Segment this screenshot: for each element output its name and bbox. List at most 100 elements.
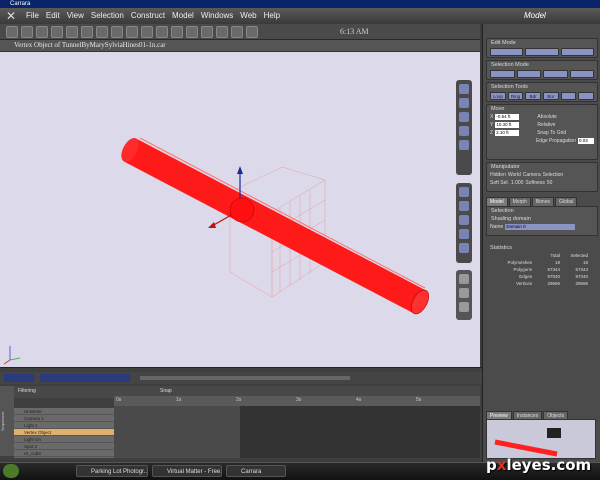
softness-value: 50 xyxy=(546,180,553,186)
bevel-icon[interactable] xyxy=(459,98,469,108)
y-field[interactable]: 10.30 ft xyxy=(495,122,520,128)
scale-tool-icon[interactable] xyxy=(36,26,48,38)
pxleyes-watermark: pxleyes.com xyxy=(486,456,591,474)
sphere-icon[interactable] xyxy=(459,126,469,136)
track-vertex-object[interactable]: Vertex Object xyxy=(14,429,114,436)
pan-tool-icon[interactable] xyxy=(81,26,93,38)
time-scrubber[interactable] xyxy=(140,376,350,380)
loop-button[interactable]: Loop xyxy=(490,92,506,100)
viewport-scene xyxy=(3,135,433,365)
target-tool-icon[interactable] xyxy=(231,26,243,38)
relative-radio[interactable]: Relative xyxy=(537,122,555,128)
sel-mode-4-button[interactable] xyxy=(569,70,594,78)
menu-help[interactable]: Help xyxy=(264,11,280,20)
taskbar-item-parking-lot[interactable]: Parking Lot Photogr... xyxy=(76,465,148,477)
orbit-icon[interactable] xyxy=(459,229,469,239)
start-button[interactable] xyxy=(3,464,19,478)
light-tool-icon[interactable] xyxy=(171,26,183,38)
ruler-1s: 1s xyxy=(176,397,182,403)
window-title-bar: Carrara xyxy=(0,0,600,8)
edge-propagation-label: Edge Propagation xyxy=(535,138,576,144)
vertex-icon[interactable] xyxy=(459,140,469,150)
hand-icon[interactable] xyxy=(459,288,469,298)
vertex-tool-icon[interactable] xyxy=(201,26,213,38)
edit-mode-edge-button[interactable] xyxy=(525,48,559,56)
spline-tool-icon[interactable] xyxy=(216,26,228,38)
rotate-icon[interactable] xyxy=(459,112,469,122)
menu-edit[interactable]: Edit xyxy=(46,11,60,20)
track-ui-cub3[interactable]: UI_cub3 xyxy=(14,450,114,457)
track-light-1[interactable]: Light 1 xyxy=(14,422,114,429)
transport-menu-button[interactable] xyxy=(4,374,34,382)
sel-mode-3-button[interactable] xyxy=(543,70,568,78)
sphere-tool-icon[interactable] xyxy=(126,26,138,38)
ring-button[interactable]: Ring xyxy=(507,92,524,100)
move-z-icon[interactable] xyxy=(459,215,469,225)
taskbar-item-virtual-matter[interactable]: Virtual Matter - Free... xyxy=(152,465,222,477)
taskbar-item-carrara[interactable]: Carrara xyxy=(226,465,286,477)
menu-file[interactable]: File xyxy=(26,11,39,20)
hidden-checkbox[interactable]: Hidden xyxy=(490,172,506,178)
edit-mode-face-button[interactable] xyxy=(560,48,594,56)
track-camera-1[interactable]: Camera 1 xyxy=(14,415,114,422)
camera-tool-icon[interactable] xyxy=(51,26,63,38)
move-y-icon[interactable] xyxy=(459,201,469,211)
x-field[interactable]: -0.54 ft xyxy=(495,114,520,120)
3d-viewport[interactable] xyxy=(0,52,480,367)
transport-controls[interactable] xyxy=(40,374,130,382)
minus-button[interactable] xyxy=(560,92,577,100)
z-field[interactable]: 2.10 ft xyxy=(495,130,520,136)
plus-button[interactable] xyxy=(578,92,595,100)
selection-tools-label: Selection Tools xyxy=(491,84,528,90)
track-universe[interactable]: Universe xyxy=(14,408,114,415)
watermark-x: x xyxy=(496,456,507,474)
red-tube-object[interactable] xyxy=(118,135,433,317)
menu-selection[interactable]: Selection xyxy=(91,11,124,20)
paint-icon[interactable] xyxy=(459,243,469,253)
camera-radio[interactable]: Camera xyxy=(523,172,541,178)
bor-button[interactable]: Bor xyxy=(543,92,559,100)
world-radio[interactable]: World xyxy=(508,172,521,178)
menu-windows[interactable]: Windows xyxy=(201,11,233,20)
camera-view-icon[interactable] xyxy=(459,274,469,284)
sel-mode-2-button[interactable] xyxy=(516,70,541,78)
pointer-icon[interactable] xyxy=(459,84,469,94)
render-tool-icon[interactable] xyxy=(246,26,258,38)
track-spot-2[interactable]: Spot 2 xyxy=(14,443,114,450)
snap-checkbox[interactable]: Snap xyxy=(160,388,172,394)
magnify-icon[interactable] xyxy=(459,302,469,312)
sel-mode-1-button[interactable] xyxy=(490,70,515,78)
cube-tool-icon[interactable] xyxy=(156,26,168,38)
link-tool-icon[interactable] xyxy=(111,26,123,38)
stats-total: 87040 xyxy=(547,274,560,279)
timeline-transport-bar xyxy=(0,372,482,384)
menu-model[interactable]: Model xyxy=(172,11,194,20)
move-arrows-icon[interactable] xyxy=(459,187,469,197)
edit-mode-vertex-button[interactable] xyxy=(490,48,524,56)
document-title: Vertex Object of TunnelByMarySylviaHines… xyxy=(14,41,166,49)
move-tool-icon[interactable] xyxy=(6,26,18,38)
menu-construct[interactable]: Construct xyxy=(131,11,165,20)
stats-label: Polygons xyxy=(513,267,532,272)
soft-sel-checkbox[interactable]: Soft Sel. xyxy=(490,180,509,186)
domain-select[interactable]: Domain 0 xyxy=(505,224,576,230)
stats-selected: 29696 xyxy=(575,281,588,286)
bdr-button[interactable]: Bdr xyxy=(525,92,542,100)
filtering-label: Filtering xyxy=(18,388,36,394)
snap-to-grid-checkbox[interactable]: Snap To Grid xyxy=(537,130,566,136)
zoom-tool-icon[interactable] xyxy=(66,26,78,38)
rotate-tool-icon[interactable] xyxy=(21,26,33,38)
select-tool-icon[interactable] xyxy=(96,26,108,38)
edge-propagation-field[interactable]: 0.03 xyxy=(578,138,594,144)
selection-mode-section: Selection Mode xyxy=(486,60,598,80)
menu-web[interactable]: Web xyxy=(240,11,256,20)
selection-radio[interactable]: Selection xyxy=(543,172,564,178)
track-light-on[interactable]: Light On xyxy=(14,436,114,443)
stats-total: 57344 xyxy=(547,267,560,272)
absolute-radio[interactable]: Absolute xyxy=(537,114,556,120)
cone-tool-icon[interactable] xyxy=(141,26,153,38)
sequencer-tab[interactable]: Sequencer xyxy=(0,386,14,456)
menu-view[interactable]: View xyxy=(67,11,84,20)
room-title: Model xyxy=(524,11,546,20)
text-tool-icon[interactable] xyxy=(186,26,198,38)
